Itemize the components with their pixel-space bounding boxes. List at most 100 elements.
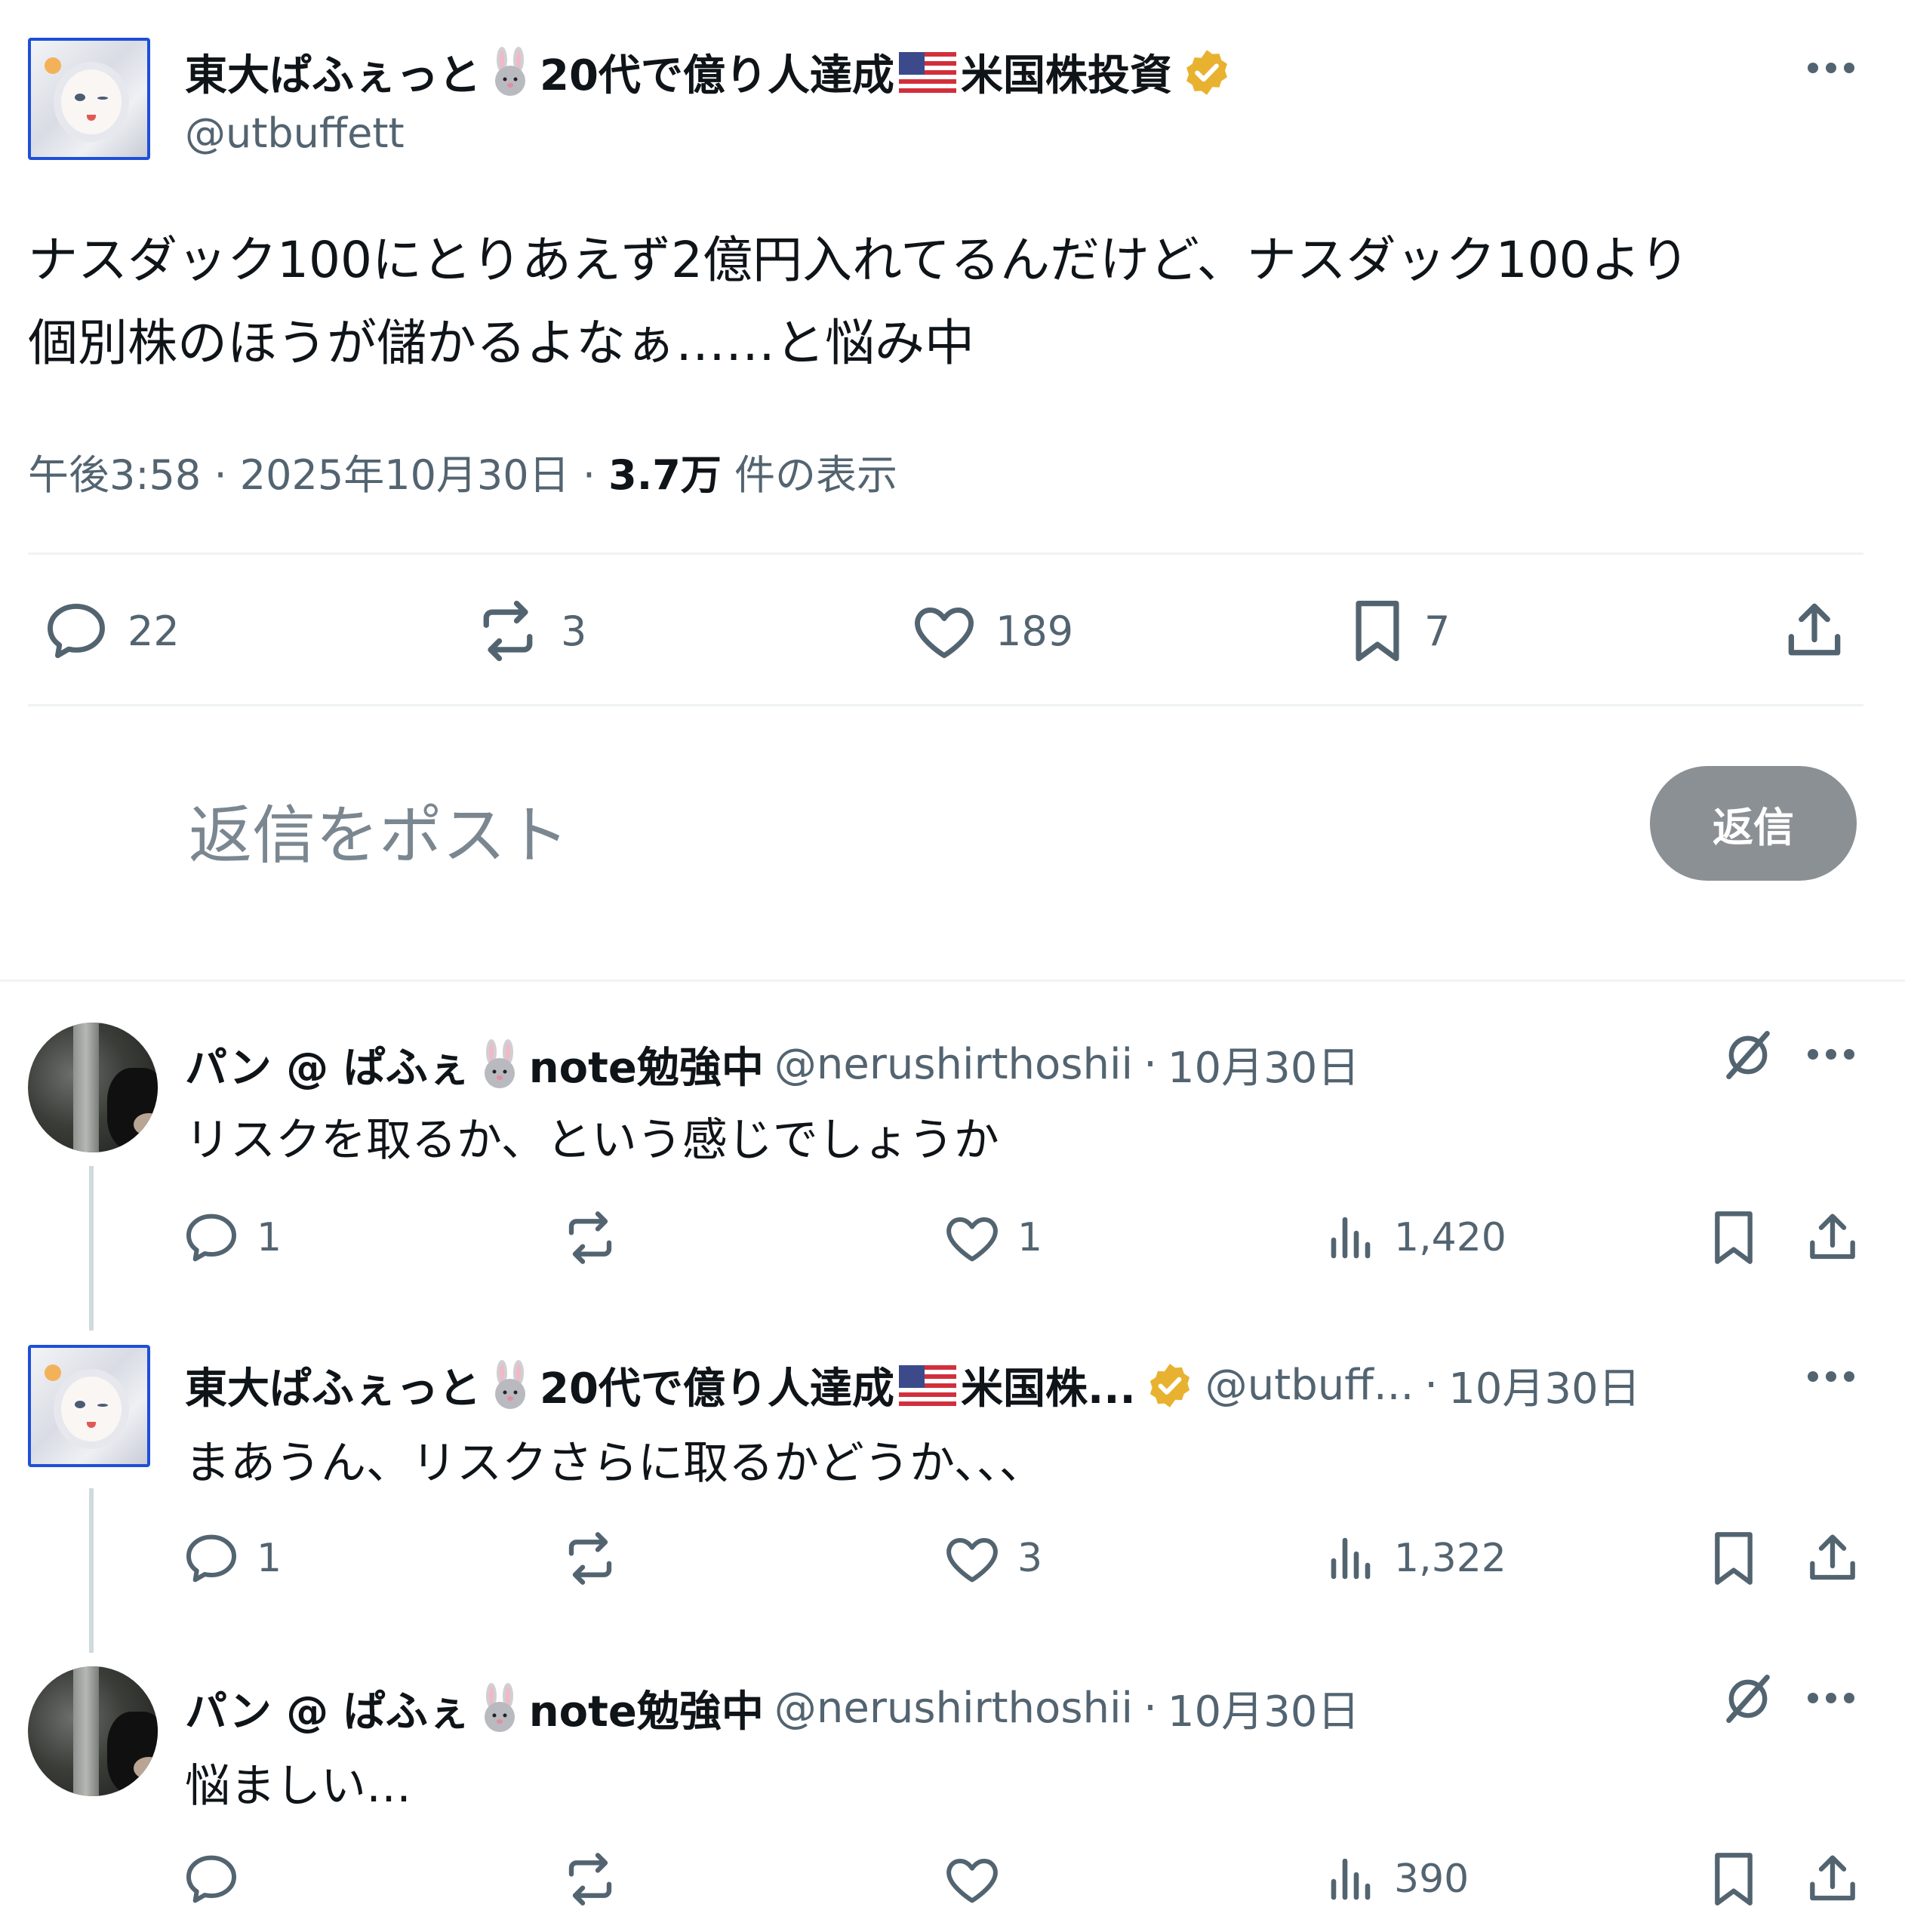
more-icon[interactable] — [1806, 1369, 1856, 1384]
views-count: 1,322 — [1394, 1536, 1506, 1581]
avatar-detail — [107, 1712, 158, 1795]
reply-author-name-suffix[interactable]: note勉強中 — [529, 1678, 764, 1739]
reply-avatar[interactable] — [28, 1666, 158, 1796]
avatar-eye-right — [97, 1404, 108, 1407]
bookmark-icon[interactable] — [1707, 1849, 1760, 1909]
author-name-text-1: 東大ぱふぇっと — [185, 51, 481, 100]
view-label: 件の表示 — [734, 451, 897, 499]
divider — [28, 552, 1863, 555]
repost-button[interactable] — [559, 1208, 637, 1268]
grok-icon[interactable] — [1719, 1026, 1777, 1084]
reply-submit-button[interactable]: 返信 — [1650, 766, 1857, 881]
like-count: 189 — [996, 607, 1074, 655]
grok-icon[interactable] — [1719, 1670, 1777, 1727]
views-icon — [1331, 1858, 1371, 1900]
tweet-text-line-2: 個別株のほうが儲かるよなぁ……と悩み中 — [28, 314, 974, 372]
reply-avatar[interactable] — [28, 1345, 150, 1467]
tweet-text: ナスダック100にとりあえず2億円入れてるんだけど、ナスダック100より 個別株… — [28, 219, 1870, 385]
avatar-eye-right — [97, 97, 108, 100]
reply-input[interactable]: 返信をポスト — [189, 785, 569, 876]
tweet-text-line-1: ナスダック100にとりあえず2億円入れてるんだけど、ナスダック100より — [28, 231, 1690, 289]
reply-handle[interactable]: @nerushirthoshii — [774, 1040, 1133, 1089]
tweet-time[interactable]: 午後3:58 — [28, 451, 201, 499]
reply-author-name-mid[interactable]: 20代で億り人達成 — [540, 1355, 894, 1416]
reply-button[interactable]: 1 — [181, 1208, 282, 1268]
reply-author-name[interactable]: パン @ ぱふぇ — [185, 1678, 470, 1739]
meta-separator: · — [1143, 1684, 1157, 1733]
view-count: 3.7万 — [608, 451, 722, 499]
like-icon — [946, 1859, 998, 1903]
share-icon[interactable] — [1802, 1849, 1863, 1909]
author-handle[interactable]: @utbuffett — [185, 109, 405, 157]
reply-author-name[interactable]: 東大ぱふぇっと — [185, 1355, 481, 1416]
reply-avatar[interactable] — [28, 1023, 158, 1152]
reply-date[interactable]: 10月30日 — [1168, 1678, 1360, 1739]
reply-handle[interactable]: @nerushirthoshii — [774, 1684, 1133, 1733]
us-flag-icon — [898, 51, 956, 93]
reply-button[interactable]: 1 — [181, 1528, 282, 1589]
us-flag-icon — [898, 1364, 956, 1406]
meta-separator: · — [1143, 1040, 1157, 1089]
verified-badge-icon[interactable] — [1145, 1361, 1195, 1411]
views-icon — [1331, 1537, 1371, 1580]
avatar-detail — [73, 1666, 99, 1796]
repost-icon — [483, 600, 533, 662]
author-name-text-2: 20代で億り人達成 — [540, 51, 894, 100]
avatar-eye-left — [75, 94, 85, 101]
repost-icon — [568, 1853, 612, 1906]
like-button[interactable] — [942, 1849, 1017, 1909]
like-icon — [946, 1217, 998, 1262]
like-count: 1 — [1017, 1215, 1043, 1260]
avatar-detail — [134, 1113, 158, 1136]
reply-date[interactable]: 10月30日 — [1448, 1355, 1641, 1416]
repost-count: 3 — [561, 607, 587, 655]
share-button[interactable] — [1780, 596, 1849, 666]
reply-author-name[interactable]: パン @ ぱふぇ — [185, 1034, 470, 1095]
section-divider — [0, 980, 1905, 982]
views-button[interactable]: 1,322 — [1325, 1528, 1506, 1589]
meta-separator: · — [582, 451, 596, 499]
bookmark-icon[interactable] — [1707, 1208, 1760, 1268]
reply-author-name-end[interactable]: 米国株... — [961, 1355, 1136, 1416]
bookmark-icon[interactable] — [1707, 1528, 1760, 1589]
rabbit-emoji-icon — [473, 1038, 526, 1091]
like-button[interactable]: 3 — [942, 1528, 1042, 1589]
share-icon[interactable] — [1802, 1208, 1863, 1268]
like-count: 3 — [1017, 1536, 1043, 1581]
like-button[interactable]: 1 — [942, 1208, 1042, 1268]
verified-badge-icon[interactable] — [1181, 47, 1233, 98]
reply-count: 1 — [257, 1215, 282, 1260]
avatar-eye-left — [75, 1401, 85, 1408]
rabbit-emoji-icon — [484, 46, 537, 99]
avatar-face — [61, 69, 122, 134]
reply-author-name-suffix[interactable]: note勉強中 — [529, 1034, 764, 1095]
reply-button[interactable] — [181, 1849, 257, 1909]
author-name[interactable]: 東大ぱふぇっと 20代で億り人達成 米国株投資 — [185, 42, 1233, 103]
more-icon[interactable] — [1806, 1690, 1856, 1706]
bookmark-count: 7 — [1424, 607, 1451, 655]
repost-button[interactable]: 3 — [472, 596, 586, 666]
views-button[interactable]: 390 — [1325, 1849, 1469, 1909]
author-avatar[interactable] — [28, 38, 150, 160]
more-icon[interactable] — [1806, 1047, 1856, 1062]
share-icon[interactable] — [1802, 1528, 1863, 1589]
meta-separator: · — [1424, 1361, 1439, 1410]
thread-line — [89, 1166, 94, 1331]
reply-button[interactable]: 22 — [42, 596, 180, 666]
reply-handle[interactable]: @utbuff... — [1205, 1361, 1414, 1410]
like-button[interactable]: 189 — [909, 596, 1073, 666]
repost-button[interactable] — [559, 1528, 637, 1589]
like-icon — [946, 1538, 998, 1583]
share-icon — [1788, 603, 1841, 656]
views-button[interactable]: 1,420 — [1325, 1208, 1506, 1268]
reply-date[interactable]: 10月30日 — [1168, 1034, 1360, 1095]
repost-icon — [568, 1211, 612, 1264]
views-count: 1,420 — [1394, 1215, 1506, 1260]
tweet-date[interactable]: 2025年10月30日 — [240, 451, 570, 499]
more-icon[interactable] — [1806, 60, 1856, 75]
reply-count: 1 — [257, 1536, 282, 1581]
repost-button[interactable] — [559, 1849, 637, 1909]
avatar-mouth — [87, 115, 96, 121]
avatar-detail — [134, 1757, 158, 1780]
bookmark-button[interactable]: 7 — [1347, 596, 1450, 666]
